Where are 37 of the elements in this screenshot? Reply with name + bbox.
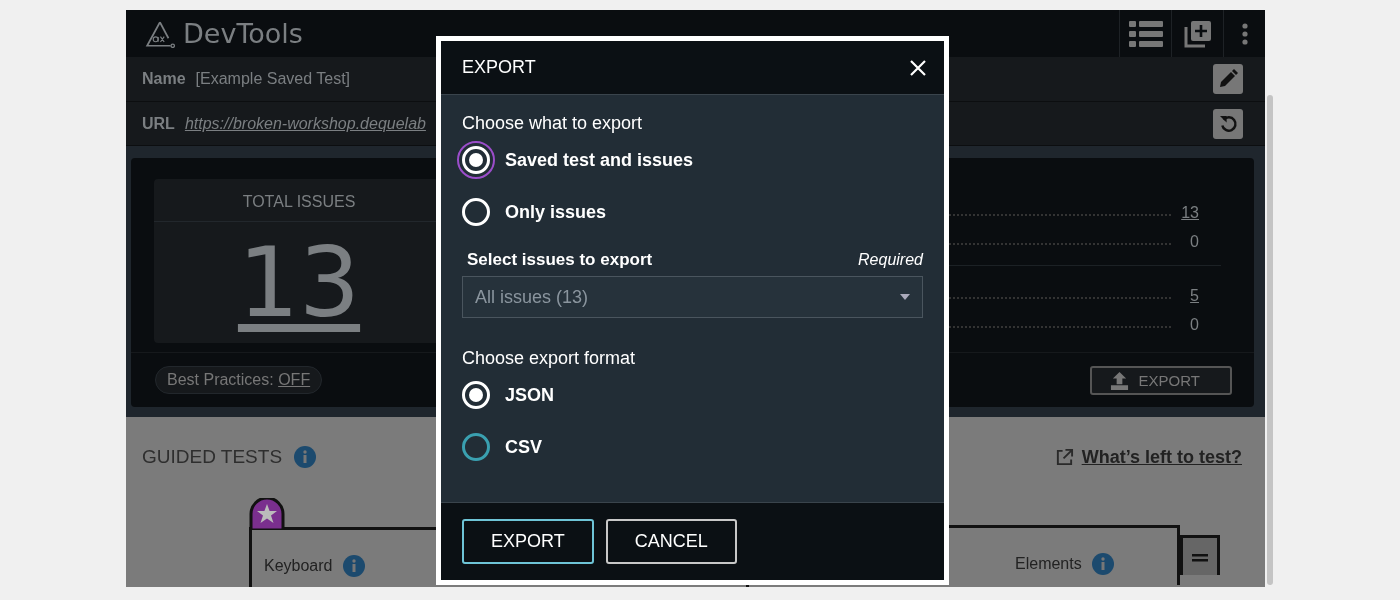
app-title: DevTools xyxy=(183,18,303,50)
logo-icon xyxy=(145,19,177,48)
test-name: [Example Saved Test] xyxy=(195,70,352,89)
issue-count: 0 xyxy=(1189,316,1199,335)
dialog-title: EXPORT xyxy=(462,57,536,78)
menu-icon[interactable] xyxy=(1180,535,1220,575)
export-button[interactable]: EXPORT xyxy=(1089,365,1232,395)
option-label: Only issues xyxy=(505,201,607,223)
card-title: Keyboard xyxy=(264,556,333,575)
card-title: Elements xyxy=(1015,554,1082,573)
section-heading: GUIDED TESTS xyxy=(142,446,283,468)
whats-left-link[interactable]: What’s left to test? xyxy=(1081,446,1242,468)
option-label: JSON xyxy=(505,384,555,406)
option-label: CSV xyxy=(505,436,542,458)
edit-icon[interactable] xyxy=(1213,64,1243,95)
option-label: Saved test and issues xyxy=(505,149,694,171)
name-label: Name xyxy=(142,70,186,89)
issues-select[interactable]: All issues (13) xyxy=(462,276,923,318)
total-count[interactable]: 13 xyxy=(237,234,361,331)
export-button[interactable]: EXPORT xyxy=(462,519,594,564)
reset-icon[interactable] xyxy=(1213,108,1243,139)
upload-icon xyxy=(1109,370,1129,390)
issue-count[interactable]: 5 xyxy=(1181,287,1199,306)
field-label: Choose what to export xyxy=(462,113,644,134)
caret-icon xyxy=(900,294,910,300)
required-note: Required xyxy=(858,251,923,269)
field-label: Select issues to export xyxy=(467,250,653,270)
best-practices-toggle[interactable]: Best Practices: OFF xyxy=(155,366,323,394)
url-label: URL xyxy=(142,114,175,133)
field-label: Choose export format xyxy=(462,348,637,369)
external-link-icon xyxy=(1054,447,1074,467)
total-heading: TOTAL ISSUES xyxy=(242,192,356,213)
issue-count[interactable]: 13 xyxy=(1181,204,1199,223)
radio-button[interactable] xyxy=(457,141,495,179)
close-icon[interactable] xyxy=(908,57,928,78)
cancel-button[interactable]: CANCEL xyxy=(605,519,737,564)
issue-count: 0 xyxy=(1189,233,1199,252)
